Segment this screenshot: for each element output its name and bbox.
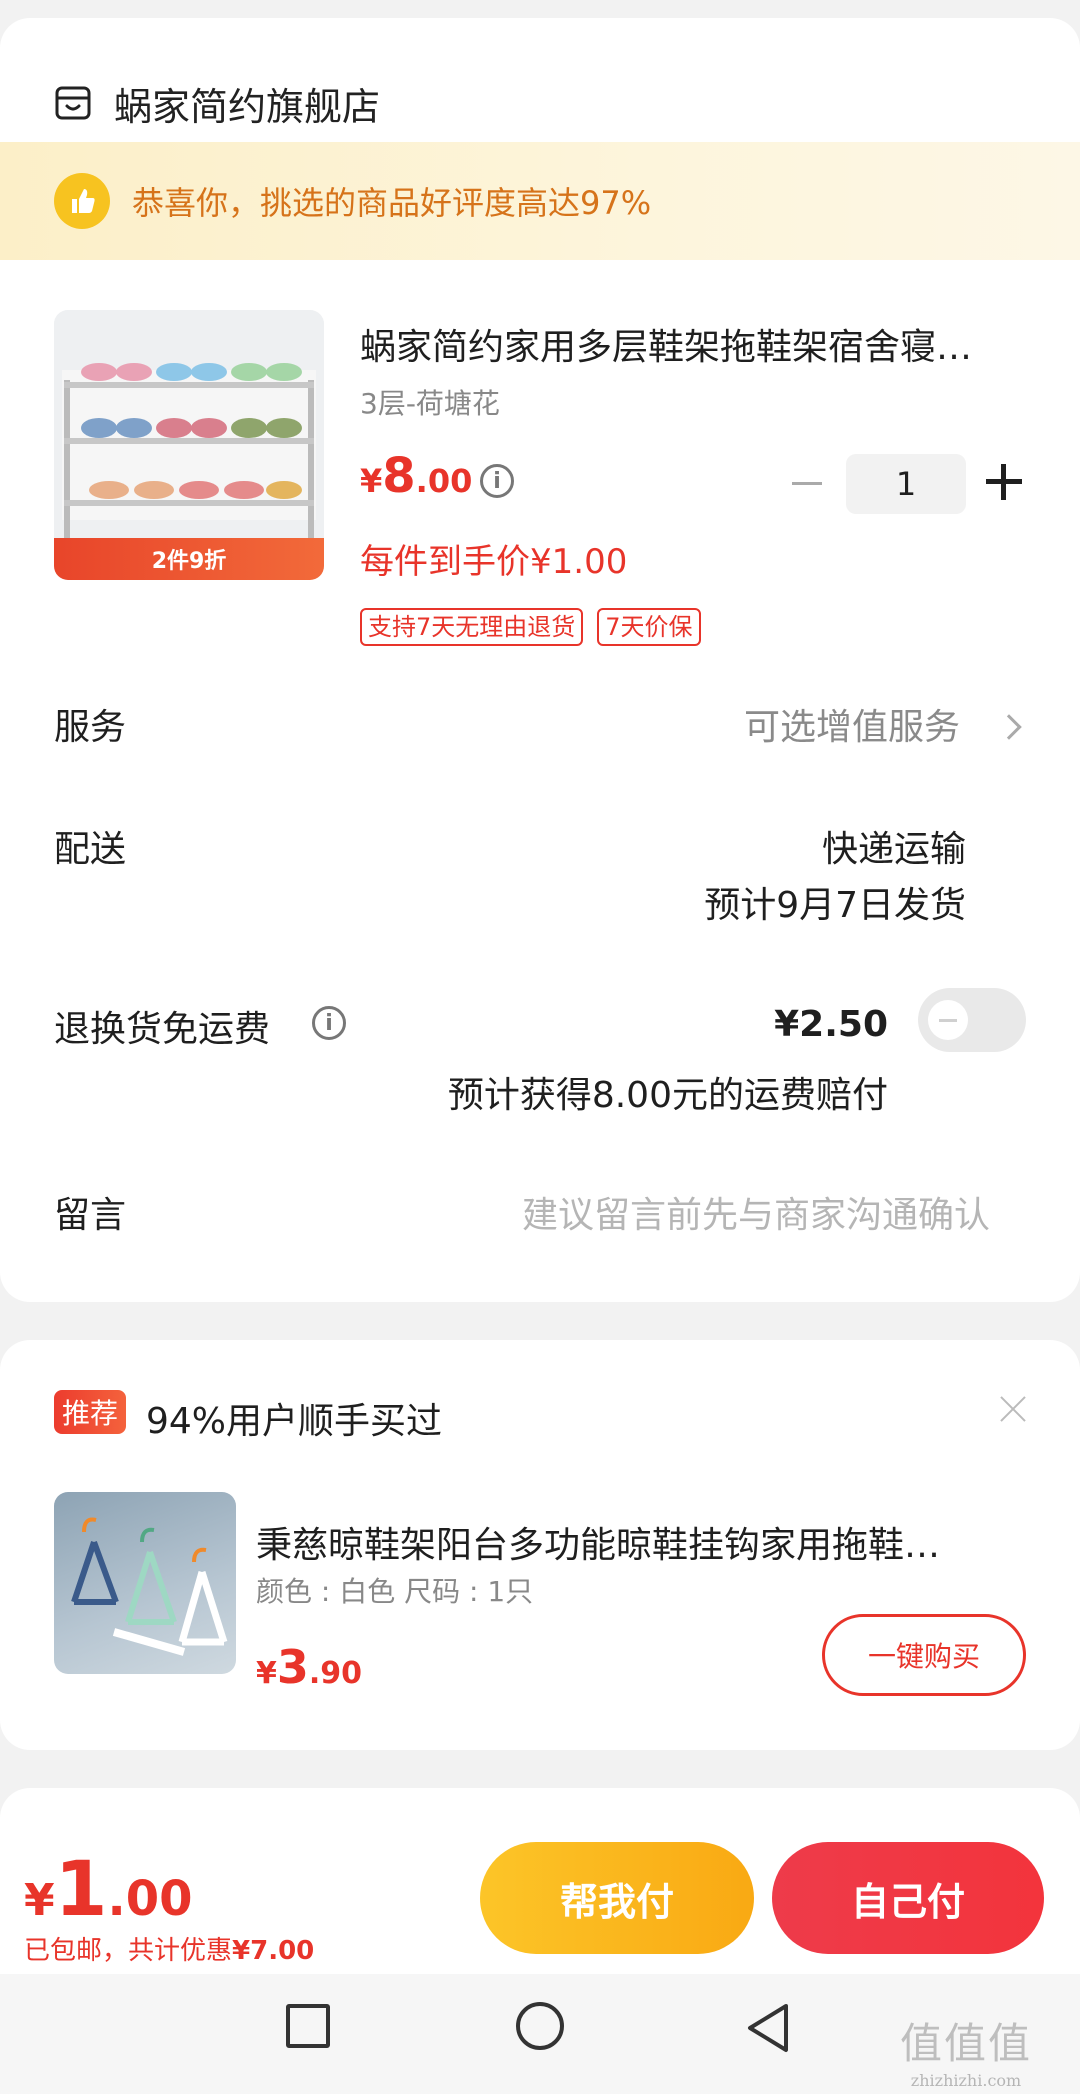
home-icon[interactable]: [516, 2002, 564, 2050]
product-price: ¥ 8 .00: [360, 448, 472, 504]
price-currency: ¥: [360, 462, 383, 500]
price-currency: ¥: [256, 1656, 277, 1691]
self-pay-button[interactable]: 自己付: [772, 1842, 1044, 1954]
watermark: 值值值 zhizhizhi.com: [900, 2010, 1032, 2090]
recent-apps-icon[interactable]: [286, 2004, 330, 2048]
thumbs-up-icon: [54, 173, 110, 229]
total-integer: 1: [54, 1844, 108, 1933]
price-info-icon[interactable]: i: [480, 464, 514, 498]
store-icon: [55, 86, 91, 120]
delivery-method: 快递运输: [821, 829, 966, 870]
tag-price-protect: 7天价保: [597, 608, 701, 646]
product-image[interactable]: 2件9折: [54, 310, 324, 580]
system-nav-bar: 值值值 zhizhizhi.com: [0, 1974, 1080, 2094]
recommend-title: 94%用户顺手买过: [146, 1401, 443, 1442]
recommend-product-image[interactable]: [54, 1492, 236, 1674]
recommend-product-price: ¥ 3 .90: [256, 1640, 362, 1694]
message-label: 留言: [54, 1195, 127, 1236]
shipping-note: 已包邮，共计优惠: [24, 1936, 233, 1966]
total-price: ¥ 1 .00: [24, 1844, 193, 1933]
quantity-decrease-button[interactable]: [790, 466, 824, 500]
total-currency: ¥: [24, 1875, 55, 1926]
return-freight-toggle[interactable]: [918, 988, 1026, 1052]
price-integer: 8: [382, 448, 416, 504]
total-decimal: .00: [107, 1871, 193, 1927]
congrats-text: 恭喜你，挑选的商品好评度高达97%: [132, 184, 652, 222]
watermark-url: zhizhizhi.com: [910, 2071, 1022, 2090]
recommend-product-spec[interactable]: 颜色 : 白色 尺码 : 1只: [256, 1570, 533, 1610]
final-unit-price: 每件到手价¥1.00: [360, 542, 628, 582]
checkout-bar: ¥ 1 .00 已包邮，共计优惠¥7.00 帮我付 自己付: [0, 1824, 1080, 1974]
quantity-increase-button[interactable]: [986, 464, 1022, 500]
one-click-buy-button[interactable]: 一键购买: [822, 1614, 1026, 1696]
delivery-label: 配送: [54, 829, 127, 870]
product-tags: 支持7天无理由退货 7天价保: [360, 608, 701, 646]
message-input[interactable]: 建议留言前先与商家沟通确认: [522, 1186, 990, 1238]
help-pay-button[interactable]: 帮我付: [480, 1842, 754, 1954]
product-spec[interactable]: 3层-荷塘花: [360, 382, 500, 422]
return-freight-info-icon[interactable]: i: [312, 1006, 346, 1040]
total-note: 已包邮，共计优惠¥7.00: [24, 1930, 314, 1967]
order-card: 蜗家简约旗舰店 恭喜你，挑选的商品好评度高达97% 2件9折 蜗家简约家用多层鞋…: [0, 18, 1080, 1302]
recommend-product-name[interactable]: 秉慈晾鞋架阳台多功能晾鞋挂钩家用拖鞋…: [256, 1516, 1016, 1568]
product-badge: 2件9折: [54, 538, 324, 580]
return-freight-label: 退换货免运费: [54, 1009, 271, 1050]
toggle-knob: [928, 1000, 968, 1040]
delivery-eta: 预计9月7日发货: [704, 885, 966, 926]
recommend-badge: 推荐: [54, 1390, 127, 1434]
discount-amount: ¥7.00: [232, 1936, 315, 1966]
recommend-card: 推荐 94%用户顺手买过 秉慈晾鞋架阳台多功能晾鞋挂钩家用拖鞋… 颜色 : 白色…: [0, 1340, 1080, 1750]
shop-name: 蜗家简约旗舰店: [114, 84, 381, 129]
close-icon[interactable]: [998, 1394, 1028, 1424]
quantity-input[interactable]: 1: [846, 454, 966, 514]
price-decimal: .90: [308, 1656, 363, 1691]
return-freight-note: 预计获得8.00元的运费赔付: [447, 1075, 888, 1116]
tag-return: 支持7天无理由退货: [360, 608, 584, 646]
chevron-right-icon[interactable]: [996, 714, 1022, 740]
return-freight-price: ¥2.50: [774, 1004, 888, 1045]
price-integer: 3: [276, 1640, 309, 1694]
price-decimal: .00: [415, 462, 473, 500]
shop-header[interactable]: 蜗家简约旗舰店: [54, 58, 380, 148]
back-icon[interactable]: [744, 2002, 792, 2054]
service-label: 服务: [54, 707, 127, 748]
watermark-logo: 值值值: [900, 2019, 1033, 2068]
congrats-banner: 恭喜你，挑选的商品好评度高达97%: [0, 142, 1080, 260]
service-value[interactable]: 可选增值服务: [744, 698, 960, 750]
product-title[interactable]: 蜗家简约家用多层鞋架拖鞋架宿舍寝…: [360, 318, 1030, 370]
